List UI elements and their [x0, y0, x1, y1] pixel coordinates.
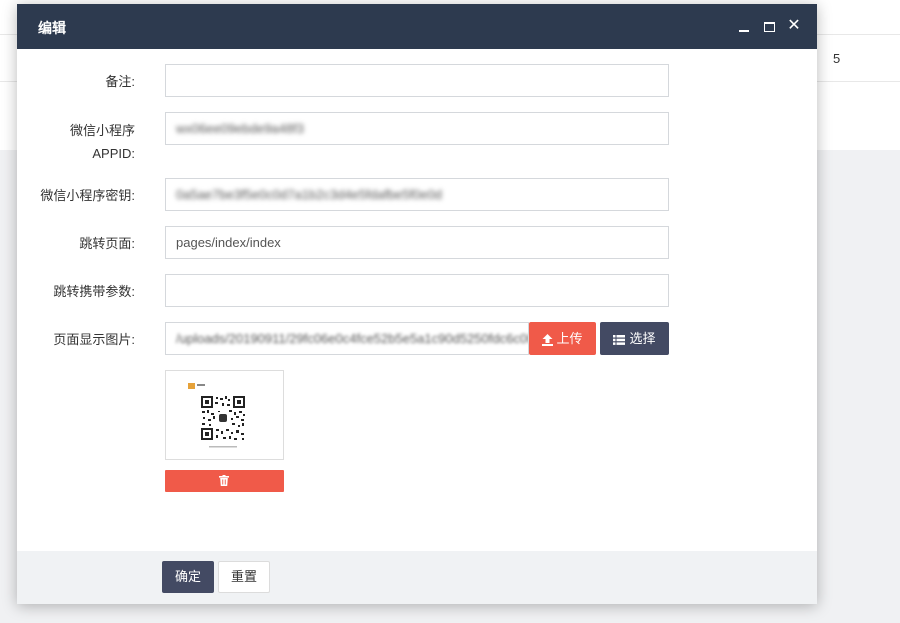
minimize-icon[interactable]	[737, 17, 751, 35]
remark-label: 备注:	[105, 74, 135, 89]
modal-title: 编辑	[38, 20, 66, 36]
close-icon[interactable]: ✕	[787, 17, 801, 35]
trash-icon	[219, 475, 229, 486]
image-path-input[interactable]: /uploads/20190911/29fc06e0c4fce52b5e5a1c…	[165, 322, 529, 355]
modal-footer: 确定 重置	[17, 551, 817, 604]
choose-label: 选择	[629, 331, 656, 346]
upload-label: 上传	[556, 331, 583, 346]
reset-button[interactable]: 重置	[218, 561, 270, 593]
list-icon	[613, 334, 626, 345]
params-label: 跳转携带参数:	[53, 284, 135, 299]
secret-value: 0a5ae7be3f5e0c0d7a1b2c3d4e5fdafbe5f0e0d	[176, 187, 443, 202]
image-label: 页面显示图片:	[53, 332, 135, 347]
appid-label: 微信小程序 APPID:	[17, 121, 135, 163]
appid-label-line2: APPID:	[92, 146, 135, 161]
appid-value: wx06ee09ebde9a48f3	[176, 121, 304, 136]
maximize-icon[interactable]	[762, 17, 776, 35]
delete-image-button[interactable]	[165, 470, 284, 492]
modal-body: 备注: 微信小程序 APPID: wx06ee09ebde9a48f3 微信小程…	[17, 49, 817, 551]
params-input[interactable]	[165, 274, 669, 307]
background-cell: 5	[833, 51, 841, 66]
qr-code-image	[188, 383, 245, 448]
secret-input[interactable]: 0a5ae7be3f5e0c0d7a1b2c3d4e5fdafbe5f0e0d	[165, 178, 669, 211]
appid-input[interactable]: wx06ee09ebde9a48f3	[165, 112, 669, 145]
upload-button[interactable]: 上传	[529, 322, 596, 355]
secret-label: 微信小程序密钥:	[40, 188, 135, 203]
upload-icon	[542, 333, 554, 346]
image-thumbnail[interactable]	[165, 370, 284, 460]
appid-label-line1: 微信小程序	[69, 123, 135, 138]
confirm-button[interactable]: 确定	[162, 561, 214, 593]
edit-modal: 编辑 ✕ 备注: 微信小程序 APPID: wx06ee09ebde9a48f3…	[17, 4, 817, 604]
page-label: 跳转页面:	[79, 236, 135, 251]
remark-input[interactable]	[165, 64, 669, 97]
image-path-value: /uploads/20190911/29fc06e0c4fce52b5e5a1c…	[176, 331, 529, 346]
modal-header: 编辑 ✕	[17, 4, 817, 49]
choose-button[interactable]: 选择	[600, 322, 669, 355]
page-input[interactable]: pages/index/index	[165, 226, 669, 259]
